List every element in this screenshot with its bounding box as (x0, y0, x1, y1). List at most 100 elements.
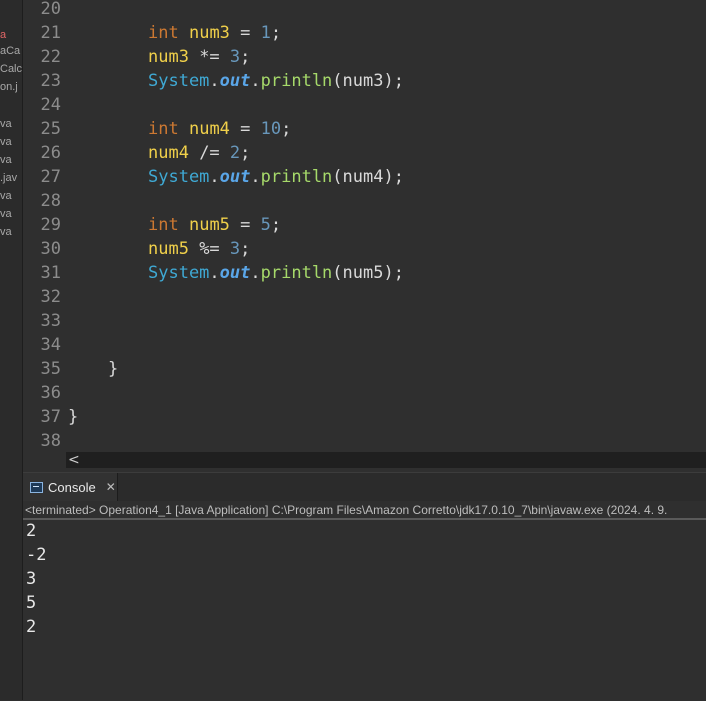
console-output-line: 2 (26, 521, 37, 541)
line-number: 24 (40, 95, 61, 115)
code-token: num3 (188, 23, 230, 43)
code-token: . (250, 167, 261, 187)
code-token: } (68, 407, 79, 427)
explorer-item-fragment[interactable]: va (0, 207, 22, 221)
editor-horizontal-scrollbar[interactable]: < (66, 452, 706, 468)
line-number: 35 (40, 359, 61, 379)
code-token: . (209, 167, 220, 187)
console-output-line: 3 (26, 569, 37, 589)
code-token: ; (240, 239, 251, 259)
code-line[interactable]: } (68, 405, 78, 429)
explorer-item-fragment[interactable]: va (0, 117, 22, 131)
code-token: int (148, 119, 179, 139)
console-tab-bar: Console ✕ (23, 473, 706, 501)
code-token: int (148, 215, 179, 235)
explorer-item-fragment[interactable]: a (0, 28, 22, 42)
explorer-item-fragment[interactable]: Calc (0, 62, 22, 76)
line-number: 20 (40, 0, 61, 19)
explorer-item-fragment[interactable]: on.j (0, 80, 22, 94)
explorer-item-fragment[interactable]: va (0, 225, 22, 239)
line-number: 38 (40, 431, 61, 451)
code-token: . (250, 71, 261, 91)
close-icon[interactable]: ✕ (106, 480, 116, 494)
code-token: (num3); (332, 71, 404, 91)
code-line[interactable]: int num5 = 5; (148, 213, 281, 237)
code-line[interactable]: System.out.println(num4); (148, 165, 404, 189)
code-token: int (148, 23, 179, 43)
code-line[interactable]: System.out.println(num5); (148, 261, 404, 285)
code-line[interactable]: int num3 = 1; (148, 21, 281, 45)
line-number: 37 (40, 407, 61, 427)
code-line[interactable]: num5 %= 3; (148, 237, 250, 261)
line-number: 31 (40, 263, 61, 283)
code-token: System (148, 167, 210, 187)
code-line[interactable]: System.out.println(num3); (148, 69, 404, 93)
line-number: 26 (40, 143, 61, 163)
code-token: ; (240, 47, 251, 67)
explorer-item-fragment[interactable]: va (0, 153, 22, 167)
console-icon (30, 481, 43, 493)
line-number: 23 (40, 71, 61, 91)
code-token: (num5); (332, 263, 404, 283)
code-line[interactable]: int num4 = 10; (148, 117, 291, 141)
code-token: 3 (229, 47, 241, 67)
code-token: . (250, 263, 261, 283)
code-token: *= (188, 47, 230, 67)
explorer-item-fragment[interactable]: aCa (0, 44, 22, 58)
line-number: 25 (40, 119, 61, 139)
code-token: %= (188, 239, 230, 259)
explorer-item-fragment[interactable]: va (0, 135, 22, 149)
console-output-line: -2 (26, 545, 47, 565)
code-token: = (229, 119, 261, 139)
console-output-line: 5 (26, 593, 37, 613)
code-token: ; (281, 119, 292, 139)
line-number: 34 (40, 335, 61, 355)
console-view: Console ✕ <terminated> Operation4_1 [Jav… (23, 472, 706, 701)
scroll-left-arrow-icon[interactable]: < (68, 452, 80, 468)
code-token: . (209, 263, 220, 283)
code-line[interactable]: num4 /= 2; (148, 141, 250, 165)
code-token: out (219, 263, 251, 283)
code-token: println (260, 167, 333, 187)
code-token: 2 (229, 143, 241, 163)
code-token: ; (240, 143, 251, 163)
code-token: /= (188, 143, 230, 163)
code-token: 3 (229, 239, 241, 259)
code-token: (num4); (332, 167, 404, 187)
code-token: 10 (260, 119, 282, 139)
console-output-line: 2 (26, 617, 37, 637)
code-token: num4 (188, 119, 230, 139)
tab-console[interactable]: Console ✕ (23, 473, 118, 501)
line-number-gutter: 20 21 22 23 24 25 26 27 28 29 30 31 32 33 34 35 36 37 38 (23, 0, 61, 452)
code-token: ; (270, 23, 282, 43)
explorer-item-fragment[interactable]: .jav (0, 171, 22, 185)
code-token: System (148, 263, 210, 283)
explorer-item-fragment[interactable]: va (0, 189, 22, 203)
code-token: = (229, 215, 261, 235)
code-token: num3 (148, 47, 189, 67)
console-tab-label: Console (48, 479, 96, 495)
code-token: num5 (148, 239, 189, 259)
code-token: System (148, 71, 210, 91)
code-token: . (209, 71, 220, 91)
code-token: ; (270, 215, 282, 235)
code-editor[interactable]: 20 21 22 23 24 25 26 27 28 29 30 31 32 33 34 35 36 37 38 i… (23, 0, 706, 470)
line-number: 27 (40, 167, 61, 187)
code-token: println (260, 71, 333, 91)
code-token: out (219, 71, 251, 91)
console-divider (23, 518, 706, 520)
line-number: 21 (40, 23, 61, 43)
line-number: 28 (40, 191, 61, 211)
line-number: 29 (40, 215, 61, 235)
code-token: 1 (260, 23, 271, 43)
code-line[interactable]: num3 *= 3; (148, 45, 250, 69)
code-line[interactable]: } (108, 357, 118, 381)
code-token: = (229, 23, 261, 43)
code-token: num5 (188, 215, 230, 235)
console-status-line: <terminated> Operation4_1 [Java Applicat… (25, 503, 668, 517)
line-number: 33 (40, 311, 61, 331)
line-number: 22 (40, 47, 61, 67)
